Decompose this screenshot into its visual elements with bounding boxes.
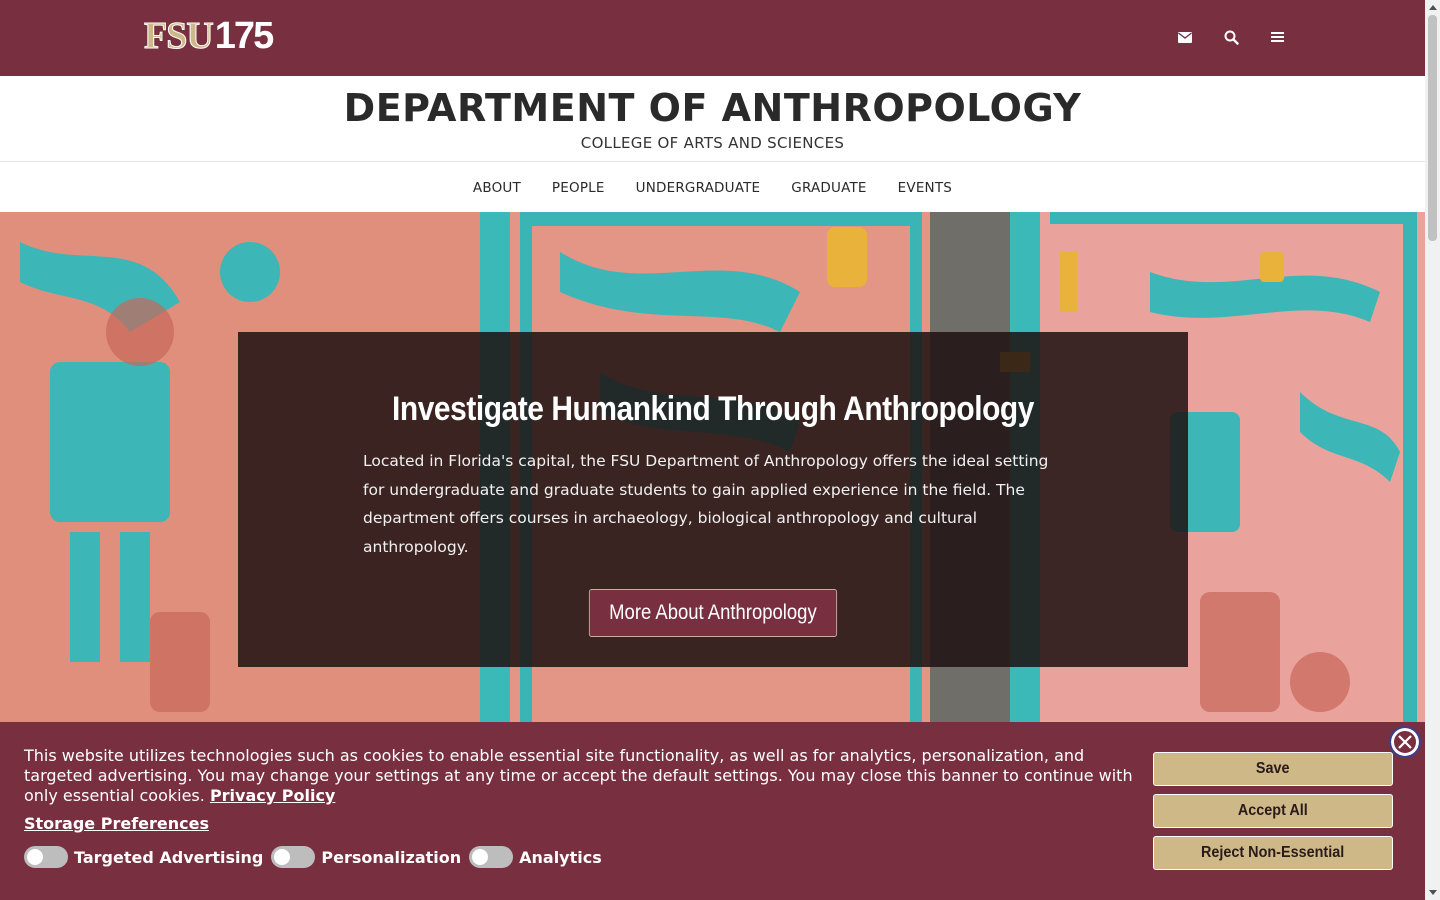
- reject-button-label: Reject Non-Essential: [1201, 844, 1345, 861]
- reject-non-essential-button[interactable]: Reject Non-Essential: [1153, 836, 1393, 870]
- save-button[interactable]: Save: [1153, 752, 1393, 786]
- department-title[interactable]: DEPARTMENT OF ANTHROPOLOGY: [0, 86, 1425, 130]
- toggle-label: Targeted Advertising: [74, 847, 264, 867]
- cookie-toggles: Targeted Advertising Personalization Ana…: [24, 846, 610, 868]
- page-scrollbar[interactable]: [1425, 0, 1440, 900]
- save-button-label: Save: [1256, 760, 1290, 777]
- cookie-banner: This website utilizes technologies such …: [0, 722, 1425, 900]
- menu-icon[interactable]: [1268, 28, 1286, 46]
- close-banner-button[interactable]: [1389, 726, 1421, 758]
- college-name[interactable]: COLLEGE OF ARTS AND SCIENCES: [0, 134, 1425, 152]
- hero-section: Investigate Humankind Through Anthropolo…: [0, 212, 1425, 732]
- close-icon: [1392, 729, 1418, 755]
- search-icon[interactable]: [1222, 28, 1240, 46]
- cookie-message: This website utilizes technologies such …: [24, 746, 1144, 806]
- privacy-policy-link[interactable]: Privacy Policy: [210, 786, 335, 805]
- nav-item-people[interactable]: PEOPLE: [536, 180, 620, 196]
- hero-description: Located in Florida's capital, the FSU De…: [363, 452, 1049, 556]
- envelope-icon[interactable]: [1176, 28, 1194, 46]
- toggle-targeted-advertising: Targeted Advertising: [24, 846, 263, 868]
- toggle-label: Personalization: [321, 847, 462, 867]
- fsu-175-logo[interactable]: FSU 175: [144, 15, 275, 57]
- logo-fsu-text: FSU: [144, 15, 215, 57]
- site-header: DEPARTMENT OF ANTHROPOLOGY COLLEGE OF AR…: [0, 76, 1425, 162]
- nav-item-about[interactable]: ABOUT: [457, 180, 536, 196]
- logo-years-text: 175: [214, 15, 274, 57]
- main-navigation: ABOUT PEOPLE UNDERGRADUATE GRADUATE EVEN…: [0, 163, 1425, 212]
- scroll-down-arrow-icon[interactable]: [1425, 885, 1440, 900]
- top-bar: FSU 175: [0, 0, 1425, 76]
- scrollbar-thumb[interactable]: [1428, 15, 1437, 241]
- cookie-message-text: This website utilizes technologies such …: [24, 746, 1133, 805]
- targeted-advertising-switch[interactable]: [24, 846, 68, 868]
- more-about-anthropology-button[interactable]: More About Anthropology: [588, 589, 838, 637]
- toggle-label: Analytics: [519, 847, 602, 867]
- nav-item-graduate[interactable]: GRADUATE: [776, 180, 882, 196]
- accept-all-button[interactable]: Accept All: [1153, 794, 1393, 828]
- hero-content-box: Investigate Humankind Through Anthropolo…: [238, 332, 1188, 667]
- hero-title: Investigate Humankind Through Anthropolo…: [392, 390, 1034, 428]
- nav-item-events[interactable]: EVENTS: [882, 180, 967, 196]
- toggle-analytics: Analytics: [469, 846, 602, 868]
- storage-preferences-link[interactable]: Storage Preferences: [24, 814, 209, 833]
- scroll-up-arrow-icon[interactable]: [1425, 0, 1440, 15]
- toggle-personalization: Personalization: [271, 846, 461, 868]
- personalization-switch[interactable]: [271, 846, 316, 868]
- top-icons: [1176, 28, 1286, 46]
- accept-all-button-label: Accept All: [1238, 802, 1308, 819]
- analytics-switch[interactable]: [469, 846, 514, 868]
- nav-item-undergraduate[interactable]: UNDERGRADUATE: [620, 180, 776, 196]
